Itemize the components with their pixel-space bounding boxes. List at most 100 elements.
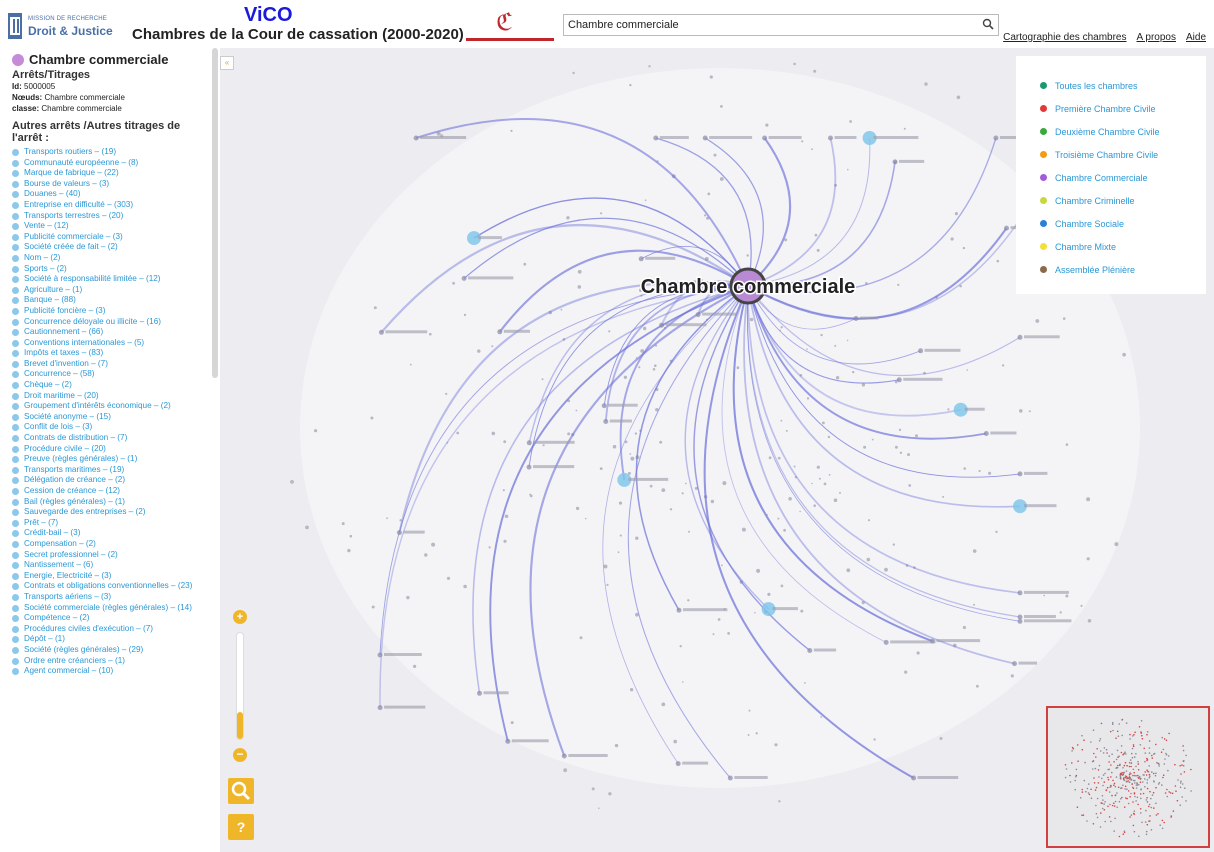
topic-item[interactable]: Concurrence déloyale ou illicite – (16) (12, 317, 208, 328)
graph-node[interactable] (801, 140, 804, 143)
graph-node[interactable] (828, 135, 833, 141)
graph-node[interactable] (947, 408, 950, 411)
graph-node[interactable] (629, 688, 634, 692)
graph-node[interactable] (736, 366, 740, 370)
minimap[interactable] (1046, 706, 1210, 848)
graph-node[interactable] (754, 611, 756, 614)
graph-node[interactable] (722, 481, 727, 486)
graph-node[interactable] (603, 419, 609, 424)
graph-node[interactable] (749, 317, 754, 322)
graph-node[interactable] (684, 482, 687, 485)
graph-node[interactable] (638, 256, 644, 262)
graph-node[interactable] (1017, 590, 1023, 596)
graph-node[interactable] (918, 348, 924, 354)
graph-node[interactable] (783, 528, 786, 532)
graph-node[interactable] (820, 716, 823, 718)
graph-node[interactable] (1114, 542, 1119, 547)
graph-node[interactable] (377, 705, 383, 711)
graph-node[interactable] (833, 498, 838, 503)
graph-node[interactable] (491, 345, 494, 348)
topic-item[interactable]: Vente – (12) (12, 221, 208, 232)
graph-node[interactable] (347, 548, 351, 553)
topic-item[interactable]: Droit maritime – (20) (12, 391, 208, 402)
graph-node[interactable] (659, 322, 665, 328)
graph-node[interactable] (429, 332, 432, 336)
topic-item[interactable]: Chèque – (2) (12, 380, 208, 391)
graph-node[interactable] (978, 469, 981, 473)
graph-node[interactable] (884, 567, 888, 572)
graph-node[interactable] (727, 775, 733, 781)
graph-node[interactable] (653, 135, 659, 141)
graph-node[interactable] (349, 534, 353, 538)
topic-item[interactable]: Secret professionnel – (2) (12, 550, 208, 561)
topic-item[interactable]: Compensation – (2) (12, 539, 208, 550)
graph-node[interactable] (962, 625, 967, 630)
graph-node[interactable] (446, 576, 451, 580)
graph-node[interactable] (477, 690, 482, 696)
topic-item[interactable]: Ordre entre créanciers – (1) (12, 656, 208, 667)
graph-node[interactable] (406, 595, 410, 600)
graph-node[interactable] (972, 549, 977, 553)
graph-node[interactable] (614, 743, 619, 748)
graph-node[interactable] (996, 259, 1000, 263)
topic-item[interactable]: Groupement d'intérêts économique – (2) (12, 401, 208, 412)
graph-node[interactable] (503, 440, 507, 444)
graph-node[interactable] (806, 397, 810, 400)
topic-item[interactable]: Douanes – (40) (12, 189, 208, 200)
topic-item[interactable]: Procédure civile – (20) (12, 444, 208, 455)
topic-item[interactable]: Transports maritimes – (19) (12, 465, 208, 476)
graph-node[interactable] (377, 652, 383, 658)
graph-node[interactable] (629, 83, 632, 87)
graph-node[interactable] (835, 376, 840, 380)
graph-node[interactable] (1001, 364, 1005, 367)
graph-node[interactable] (709, 75, 713, 79)
graph-node[interactable] (704, 214, 707, 217)
graph-node[interactable] (883, 639, 889, 645)
graph-node[interactable] (993, 135, 999, 141)
graph-node[interactable] (755, 732, 758, 735)
graph-node[interactable] (962, 246, 966, 250)
graph-node[interactable] (793, 465, 796, 468)
graph-node[interactable] (617, 551, 620, 554)
graph-node[interactable] (510, 129, 513, 132)
graph-node[interactable] (659, 440, 663, 444)
graph-node[interactable] (612, 444, 617, 449)
topic-item[interactable]: Communauté européenne – (8) (12, 158, 208, 169)
link-cartographie[interactable]: Cartographie des chambres (1003, 32, 1126, 43)
topic-item[interactable]: Publicité foncière – (3) (12, 306, 208, 317)
graph-node[interactable] (608, 330, 611, 333)
graph-node[interactable] (526, 464, 532, 470)
graph-node[interactable] (897, 283, 900, 286)
graph-node[interactable] (942, 495, 945, 498)
graph-node[interactable] (995, 530, 998, 534)
graph-node[interactable] (370, 416, 374, 420)
topic-item[interactable]: Sports – (2) (12, 264, 208, 275)
graph-node[interactable] (584, 517, 587, 520)
graph-node[interactable] (806, 348, 808, 350)
graph-node[interactable] (1017, 618, 1023, 624)
graph-node[interactable] (1012, 661, 1017, 667)
graph-node[interactable] (452, 281, 455, 285)
graph-node[interactable] (713, 153, 717, 157)
graph-node[interactable] (1080, 604, 1083, 608)
graph-node[interactable] (488, 546, 491, 549)
graph-node[interactable] (963, 467, 966, 470)
graph-node[interactable] (976, 684, 979, 688)
graph-node[interactable] (800, 609, 804, 613)
graph-node[interactable] (924, 82, 928, 86)
graph-node[interactable] (673, 739, 677, 744)
graph-node[interactable] (866, 557, 871, 562)
graph-node[interactable] (682, 681, 684, 683)
graph-node[interactable] (778, 800, 781, 803)
graph-node[interactable] (1043, 594, 1046, 597)
graph-node[interactable] (654, 364, 657, 368)
topic-item[interactable]: Concurrence – (58) (12, 369, 208, 380)
graph-node[interactable] (820, 333, 823, 337)
graph-node[interactable] (542, 444, 545, 447)
graph-node[interactable] (717, 618, 721, 621)
zoom-slider[interactable] (236, 632, 244, 740)
graph-node[interactable] (799, 510, 801, 513)
legend-item[interactable]: Assemblée Plénière (1040, 258, 1206, 281)
graph-node[interactable] (510, 721, 514, 725)
graph-node[interactable] (431, 542, 436, 547)
